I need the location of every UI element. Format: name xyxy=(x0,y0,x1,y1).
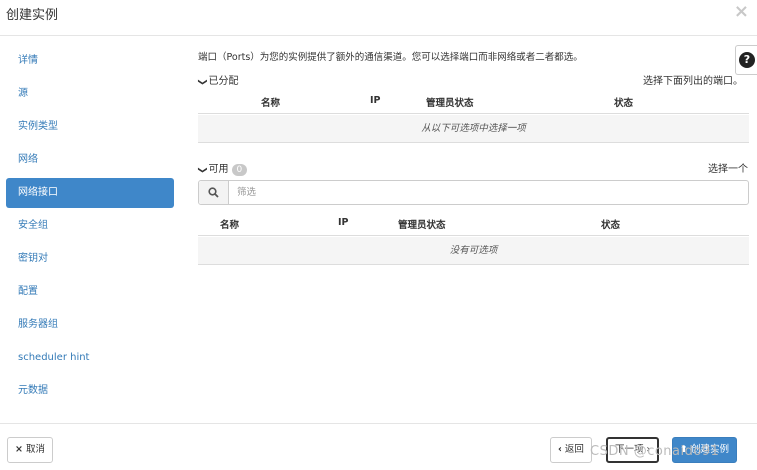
filter-search-box xyxy=(198,180,749,205)
back-label: 返回 xyxy=(564,444,584,455)
filter-input[interactable] xyxy=(237,184,737,201)
watermark: CSDN @conaido91 xyxy=(590,444,720,459)
search-icon xyxy=(199,181,229,204)
ports-intro-text: 端口（Ports）为您的实例提供了额外的通信渠道。您可以选择端口而非网络或者二者… xyxy=(198,52,583,63)
dialog-title: 创建实例 xyxy=(6,8,59,23)
chevron-down-icon: ❯ xyxy=(196,78,207,86)
question-icon: ? xyxy=(739,52,755,68)
column-header-ip[interactable]: IP xyxy=(370,95,381,106)
help-button[interactable]: ? xyxy=(735,45,757,75)
nav-item-scheduler-hint[interactable]: scheduler hint xyxy=(6,343,174,373)
nav-item-configuration[interactable]: 配置 xyxy=(6,277,174,307)
available-empty-row: 没有可选项 xyxy=(198,237,749,265)
chevron-down-icon: ❯ xyxy=(196,166,207,174)
column-header-name[interactable]: 名称 xyxy=(220,217,239,231)
close-icon[interactable]: × xyxy=(734,1,749,22)
available-section-toggle[interactable]: ❯ 可用 0 xyxy=(196,160,248,176)
nav-item-network-ports[interactable]: 网络接口 xyxy=(6,178,174,208)
wizard-nav: 详情 源 实例类型 网络 网络接口 安全组 密钥对 配置 服务器组 schedu… xyxy=(6,46,174,409)
cancel-label: 取消 xyxy=(25,444,45,455)
column-header-status[interactable]: 状态 xyxy=(601,217,620,231)
allocated-hint: 选择下面列出的端口。 xyxy=(643,76,743,87)
nav-item-details[interactable]: 详情 xyxy=(6,46,174,76)
allocated-section-toggle[interactable]: ❯ 已分配 xyxy=(196,72,239,87)
column-header-admin-state[interactable]: 管理员状态 xyxy=(426,95,474,109)
cancel-button[interactable]: × 取消 xyxy=(7,437,53,463)
dialog-header: 创建实例 × xyxy=(0,0,757,36)
close-icon: × xyxy=(15,444,23,455)
available-count-badge: 0 xyxy=(231,164,248,176)
allocated-title: 已分配 xyxy=(208,76,239,87)
nav-item-key-pair[interactable]: 密钥对 xyxy=(6,244,174,274)
available-table-header: 名称 IP 管理员状态 状态 xyxy=(198,212,749,236)
back-button[interactable]: ‹ 返回 xyxy=(550,437,592,463)
nav-item-source[interactable]: 源 xyxy=(6,79,174,109)
available-title: 可用 xyxy=(208,164,229,175)
column-header-admin-state[interactable]: 管理员状态 xyxy=(398,217,446,231)
column-header-ip[interactable]: IP xyxy=(338,217,349,228)
column-header-status[interactable]: 状态 xyxy=(614,95,633,109)
column-header-name[interactable]: 名称 xyxy=(261,95,280,109)
available-hint: 选择一个 xyxy=(708,164,748,175)
nav-item-networks[interactable]: 网络 xyxy=(6,145,174,175)
allocated-table-header: 名称 IP 管理员状态 状态 xyxy=(198,90,749,114)
nav-item-security-groups[interactable]: 安全组 xyxy=(6,211,174,241)
nav-item-flavor[interactable]: 实例类型 xyxy=(6,112,174,142)
allocated-empty-row: 从以下可选项中选择一项 xyxy=(198,115,749,143)
chevron-left-icon: ‹ xyxy=(558,444,562,455)
nav-item-server-groups[interactable]: 服务器组 xyxy=(6,310,174,340)
nav-item-metadata[interactable]: 元数据 xyxy=(6,376,174,406)
